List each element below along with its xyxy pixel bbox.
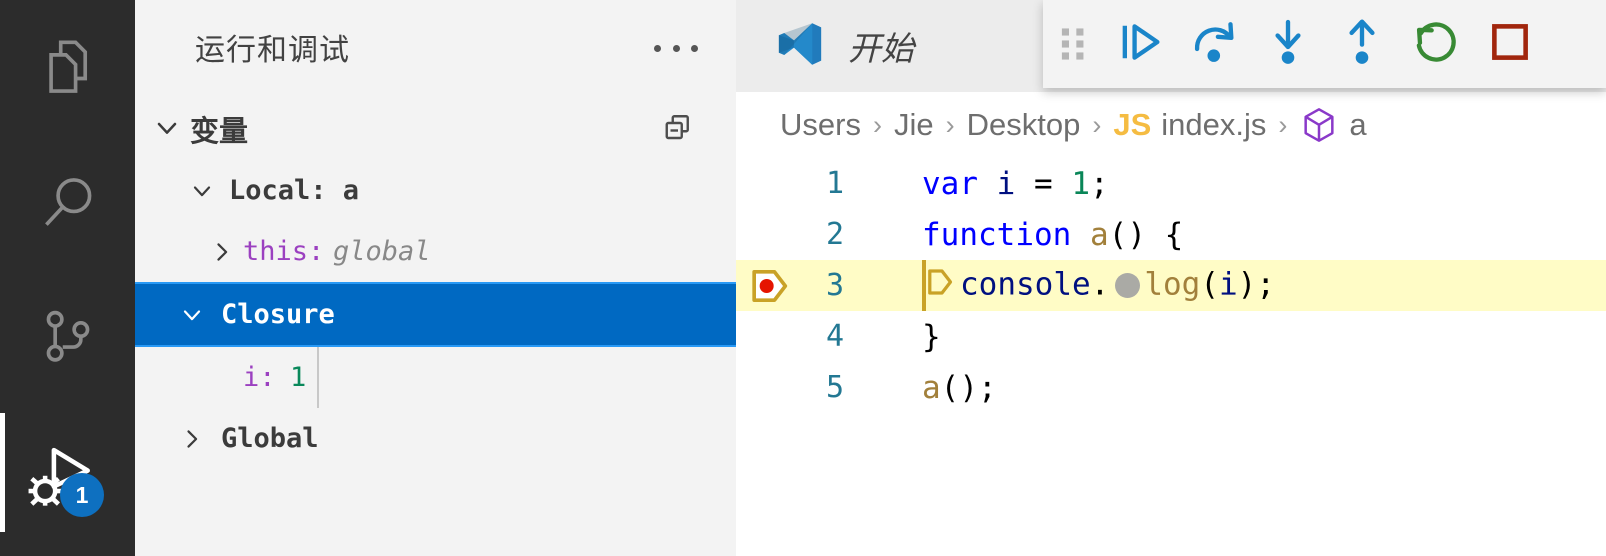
sidebar-run-and-debug: 运行和调试 变量 Local: a this: global Closure i… — [135, 0, 736, 556]
line-number: 3 — [825, 268, 844, 303]
debug-toolbar — [1043, 0, 1606, 88]
activity-bar: 1 — [0, 0, 135, 556]
code-line[interactable]: 5 a(); — [736, 362, 1606, 413]
debug-step-into-button[interactable] — [1251, 0, 1325, 88]
drag-handle-icon[interactable] — [1043, 0, 1103, 88]
chevron-down-icon[interactable] — [151, 112, 183, 149]
variable-key-this: this: — [243, 236, 325, 267]
source-control-branch-icon — [33, 303, 103, 373]
debug-step-over-icon — [1188, 16, 1240, 73]
breadcrumb: Users › Jie › Desktop › JS index.js › a — [736, 92, 1606, 158]
line-content: console. log(i); — [922, 265, 1275, 307]
breadcrumb-separator: › — [872, 109, 882, 140]
activity-item-search[interactable] — [0, 135, 135, 270]
editor-tab-label: 开始 — [848, 30, 914, 67]
indent-guide — [317, 347, 319, 408]
debug-step-over-button[interactable] — [1177, 0, 1251, 88]
breadcrumb-separator: › — [945, 109, 955, 140]
variables-section-header[interactable]: 变量 — [135, 98, 736, 158]
tree-row-closure-selected[interactable]: Closure — [135, 282, 736, 347]
variables-section-label: 变量 — [190, 116, 249, 148]
debug-step-into-icon — [1262, 16, 1314, 73]
breadcrumb-item-symbol-a[interactable]: a — [1349, 107, 1366, 143]
code-line[interactable]: 4 } — [736, 311, 1606, 362]
sidebar-header: 运行和调试 — [135, 0, 736, 92]
tree-row[interactable]: Global — [135, 408, 736, 469]
line-number: 5 — [825, 370, 844, 405]
debug-restart-button[interactable] — [1399, 0, 1473, 88]
breadcrumb-separator: › — [1092, 109, 1102, 140]
chevron-right-icon[interactable] — [207, 237, 237, 267]
breadcrumb-separator: › — [1278, 109, 1288, 140]
tree-row[interactable]: i: 1 — [135, 347, 736, 408]
scope-label-closure: Closure — [221, 299, 335, 330]
breakpoint-icon[interactable] — [750, 267, 790, 305]
code-line-current[interactable]: 3 console. log(i); — [736, 260, 1606, 311]
code-line[interactable]: 1 var i = 1; — [736, 158, 1606, 209]
activity-item-source-control[interactable] — [0, 270, 135, 405]
suggestion-dot-icon — [1115, 273, 1141, 298]
code-editor[interactable]: 1 var i = 1; 2 function a() { 3 console.… — [736, 158, 1606, 556]
variable-value-this: global — [333, 236, 431, 267]
vscode-logo-icon — [774, 18, 826, 75]
line-content: var i = 1; — [922, 165, 1109, 202]
line-number: 4 — [825, 319, 844, 354]
breadcrumb-item-index-js[interactable]: index.js — [1161, 107, 1266, 143]
chevron-down-icon[interactable] — [187, 176, 217, 206]
explorer-files-icon — [33, 33, 103, 103]
variables-tree: Local: a this: global Closure i: 1 Globa… — [135, 160, 736, 469]
debug-stop-button[interactable] — [1473, 0, 1547, 88]
variable-value-i: 1 — [290, 362, 307, 393]
scope-label-local: Local: a — [229, 175, 360, 206]
vscode-window: 1 运行和调试 变量 Local: a this: global Closure… — [0, 0, 1606, 556]
breadcrumb-item-desktop[interactable]: Desktop — [967, 107, 1081, 143]
activity-item-explorer[interactable] — [0, 0, 135, 135]
symbol-function-icon — [1299, 105, 1339, 145]
line-number: 1 — [825, 166, 844, 201]
debug-step-out-button[interactable] — [1325, 0, 1399, 88]
code-line[interactable]: 2 function a() { — [736, 209, 1606, 260]
chevron-right-icon[interactable] — [177, 424, 207, 454]
debug-continue-button[interactable] — [1103, 0, 1177, 88]
line-content: function a() { — [922, 216, 1184, 253]
debug-stop-icon — [1485, 17, 1535, 72]
line-content: a(); — [922, 369, 997, 406]
variable-key-i: i: — [243, 362, 276, 393]
debug-restart-icon — [1410, 16, 1462, 73]
debug-stackframe-icon — [922, 265, 956, 307]
collapse-all-icon[interactable] — [660, 111, 696, 152]
ellipsis-icon[interactable] — [654, 30, 698, 66]
js-file-icon: JS — [1113, 107, 1152, 142]
tree-row[interactable]: this: global — [135, 221, 736, 282]
search-magnifier-icon — [33, 168, 103, 238]
breadcrumb-item-users[interactable]: Users — [780, 107, 861, 143]
line-content: } — [922, 318, 941, 355]
scope-label-global: Global — [221, 423, 319, 454]
line-number: 2 — [825, 217, 844, 252]
sidebar-title: 运行和调试 — [195, 34, 350, 67]
run-and-debug-badge: 1 — [60, 473, 104, 517]
chevron-down-icon[interactable] — [177, 300, 207, 330]
editor-tab-get-started[interactable]: 开始 — [736, 0, 1001, 92]
activity-item-run-and-debug[interactable]: 1 — [0, 405, 135, 540]
debug-continue-icon — [1114, 16, 1166, 73]
breadcrumb-item-jie[interactable]: Jie — [894, 107, 934, 143]
tree-row[interactable]: Local: a — [135, 160, 736, 221]
debug-step-out-icon — [1336, 16, 1388, 73]
